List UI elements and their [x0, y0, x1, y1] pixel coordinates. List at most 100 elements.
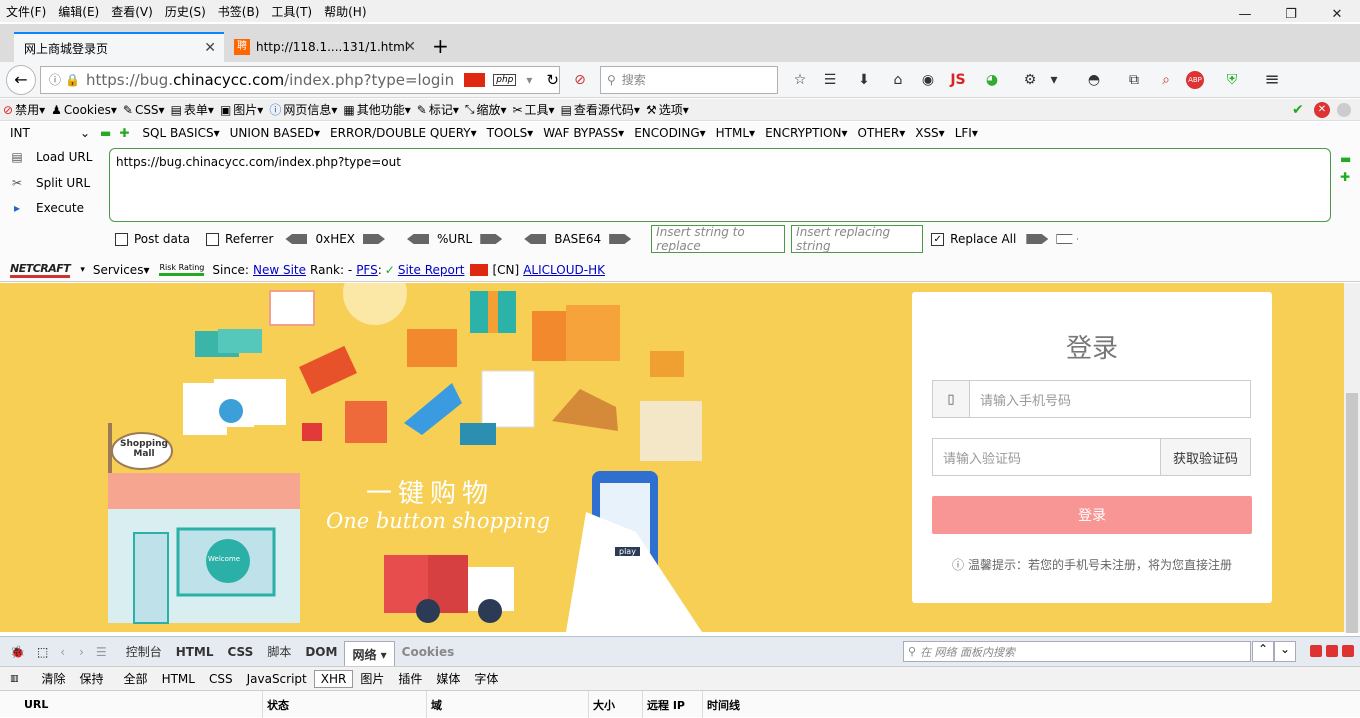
col-domain[interactable]: 域 — [426, 691, 442, 718]
replacing-string-input[interactable]: Insert replacing string — [791, 225, 924, 253]
adblock-icon[interactable]: ABP — [1186, 70, 1204, 89]
reader-list-icon[interactable]: ☰ — [818, 68, 842, 92]
minimize-panel-icon[interactable] — [1310, 645, 1322, 657]
forward-arrow-icon[interactable]: › — [79, 645, 84, 659]
menu-waf-bypass[interactable]: WAF BYPASS▾ — [538, 126, 629, 140]
tab-script[interactable]: 脚本 — [260, 643, 298, 660]
hex-decode-arrow-icon[interactable] — [285, 234, 308, 244]
info-menu[interactable]: ⓘ 网页信息▾ — [266, 101, 340, 118]
col-remote-ip[interactable]: 远程 IP — [642, 691, 685, 718]
search-down-icon[interactable]: ⌄ — [1274, 641, 1296, 662]
disable-menu[interactable]: ⊘ 禁用▾ — [0, 101, 48, 118]
phone-field[interactable]: ▯ 请输入手机号码 — [932, 380, 1251, 418]
tab-css[interactable]: CSS — [221, 645, 261, 659]
since-value-link[interactable]: New Site — [253, 263, 306, 277]
close-panel-icon[interactable] — [1342, 645, 1354, 657]
menu-bookmarks[interactable]: 书签(B) — [212, 3, 266, 20]
js-icon[interactable]: JS — [946, 68, 970, 92]
menu-history[interactable]: 历史(S) — [159, 3, 212, 20]
load-url-button[interactable]: ▤ Load URL — [8, 150, 92, 164]
referrer-checkbox[interactable]: Referrer — [205, 232, 273, 246]
base64-encode-arrow-icon[interactable] — [609, 234, 632, 244]
filter-xhr[interactable]: XHR — [313, 669, 354, 688]
menu-tools[interactable]: 工具(T) — [265, 3, 318, 20]
firebug-search-input[interactable]: ⚲ 在 网络 面板内搜索 — [903, 641, 1251, 662]
menu-view[interactable]: 查看(V) — [105, 3, 159, 20]
menu-other[interactable]: OTHER▾ — [852, 126, 910, 140]
tab-login[interactable]: 网上商城登录页 ✕ — [14, 32, 224, 62]
menu-sql-basics[interactable]: SQL BASICS▾ — [137, 126, 224, 140]
home-icon[interactable]: ⌂ — [886, 68, 910, 92]
tab-network[interactable]: 网络 ▾ — [344, 640, 395, 667]
url-encode-arrow-icon[interactable] — [480, 234, 503, 244]
tools-menu[interactable]: ✂ 工具▾ — [509, 101, 557, 118]
block-icon[interactable]: ⊘ — [568, 68, 592, 92]
zoom-icon[interactable]: ⌕ — [1154, 68, 1178, 92]
netcraft-logo[interactable]: NETCRAFT — [10, 262, 71, 278]
plus-icon[interactable]: ✚ — [119, 126, 129, 140]
col-size[interactable]: 大小 — [588, 691, 615, 718]
cookies-menu[interactable]: ♟ Cookies▾ — [48, 103, 120, 117]
back-arrow-icon[interactable]: ‹ — [60, 645, 65, 659]
url-decode-arrow-icon[interactable] — [407, 234, 430, 244]
list-icon[interactable]: ☰ — [96, 645, 107, 659]
insert-string-input[interactable]: Insert string to replace — [651, 225, 786, 253]
post-data-checkbox[interactable]: Post data — [115, 232, 190, 246]
replace-next-arrow-icon[interactable] — [1056, 234, 1079, 244]
reload-icon[interactable]: ↻ — [546, 71, 559, 89]
status-error-icon[interactable]: ✕ — [1314, 101, 1330, 118]
resize-menu[interactable]: ⤡ 缩放▾ — [462, 101, 510, 118]
filter-plugins[interactable]: 插件 — [391, 670, 429, 687]
menu-tools[interactable]: TOOLS▾ — [482, 126, 539, 140]
menu-edit[interactable]: 编辑(E) — [52, 3, 105, 20]
shield-icon[interactable]: ⛨ — [1220, 68, 1244, 92]
filter-media[interactable]: 媒体 — [429, 670, 467, 687]
filter-css[interactable]: CSS — [202, 672, 240, 686]
filter-persist[interactable]: 保持 — [73, 670, 111, 687]
url-textarea[interactable]: https://bug.chinacycc.com/index.php?type… — [109, 148, 1331, 222]
search-input[interactable]: ⚲ 搜索 — [600, 65, 778, 94]
split-url-button[interactable]: ✂ Split URL — [8, 176, 90, 190]
tab-cookies[interactable]: Cookies — [395, 645, 462, 659]
col-status[interactable]: 状态 — [262, 691, 289, 718]
inspect-icon[interactable]: ⬚ — [37, 645, 48, 659]
menu-lfi[interactable]: LFI▾ — [950, 126, 983, 140]
menu-xss[interactable]: XSS▾ — [910, 126, 949, 140]
netcraft-dropdown-icon[interactable]: ▾ — [80, 265, 85, 275]
tab-dom[interactable]: DOM — [298, 645, 344, 659]
get-code-button[interactable]: 获取验证码 — [1160, 438, 1251, 476]
hat-icon[interactable]: ◓ — [1082, 68, 1106, 92]
css-menu[interactable]: ✎ CSS▾ — [120, 103, 168, 117]
download-icon[interactable]: ⬇ — [852, 68, 876, 92]
url-bar[interactable]: ⓘ 🔒 https://bug. chinacycc.com/index.php?… — [40, 65, 560, 94]
type-select[interactable]: INT ⌄ — [10, 126, 94, 140]
menu-html[interactable]: HTML▾ — [711, 126, 760, 140]
status-idle-icon[interactable] — [1337, 102, 1351, 117]
images-menu[interactable]: ▣ 图片▾ — [217, 101, 266, 118]
expand-icon[interactable]: ✚ — [1340, 170, 1350, 184]
close-tab-icon[interactable]: ✕ — [404, 39, 416, 55]
palette-icon[interactable]: ⚙ — [1018, 68, 1042, 92]
services-menu[interactable]: Services▾ — [93, 263, 150, 277]
host-link[interactable]: ALICLOUD-HK — [523, 263, 605, 277]
filter-all[interactable]: 全部 — [117, 670, 155, 687]
menu-encryption[interactable]: ENCRYPTION▾ — [760, 126, 852, 140]
tab-console[interactable]: 控制台 — [119, 643, 169, 660]
status-ok-icon[interactable]: ✔ — [1292, 102, 1304, 118]
hamburger-menu-icon[interactable]: ≡ — [1260, 68, 1284, 92]
tab-html[interactable]: HTML — [169, 645, 221, 659]
forms-menu[interactable]: ▤ 表单▾ — [168, 101, 217, 118]
view-source-menu[interactable]: ▤ 查看源代码▾ — [558, 101, 643, 118]
detach-panel-icon[interactable] — [1326, 645, 1338, 657]
pfs-link[interactable]: PFS — [356, 263, 378, 277]
menu-dropdown-icon[interactable]: ▾ — [1042, 68, 1066, 92]
base64-decode-arrow-icon[interactable] — [524, 234, 547, 244]
menu-error-query[interactable]: ERROR/DOUBLE QUERY▾ — [325, 126, 482, 140]
bookmark-star-icon[interactable]: ☆ — [788, 68, 812, 92]
misc-menu[interactable]: ▦ 其他功能▾ — [340, 101, 413, 118]
outline-menu[interactable]: ✎ 标记▾ — [414, 101, 462, 118]
chrome-icon[interactable]: ◕ — [980, 68, 1004, 92]
replace-arrow-icon[interactable] — [1026, 234, 1049, 244]
shrink-icon[interactable]: ▬ — [1340, 152, 1351, 166]
menu-union-based[interactable]: UNION BASED▾ — [225, 126, 325, 140]
